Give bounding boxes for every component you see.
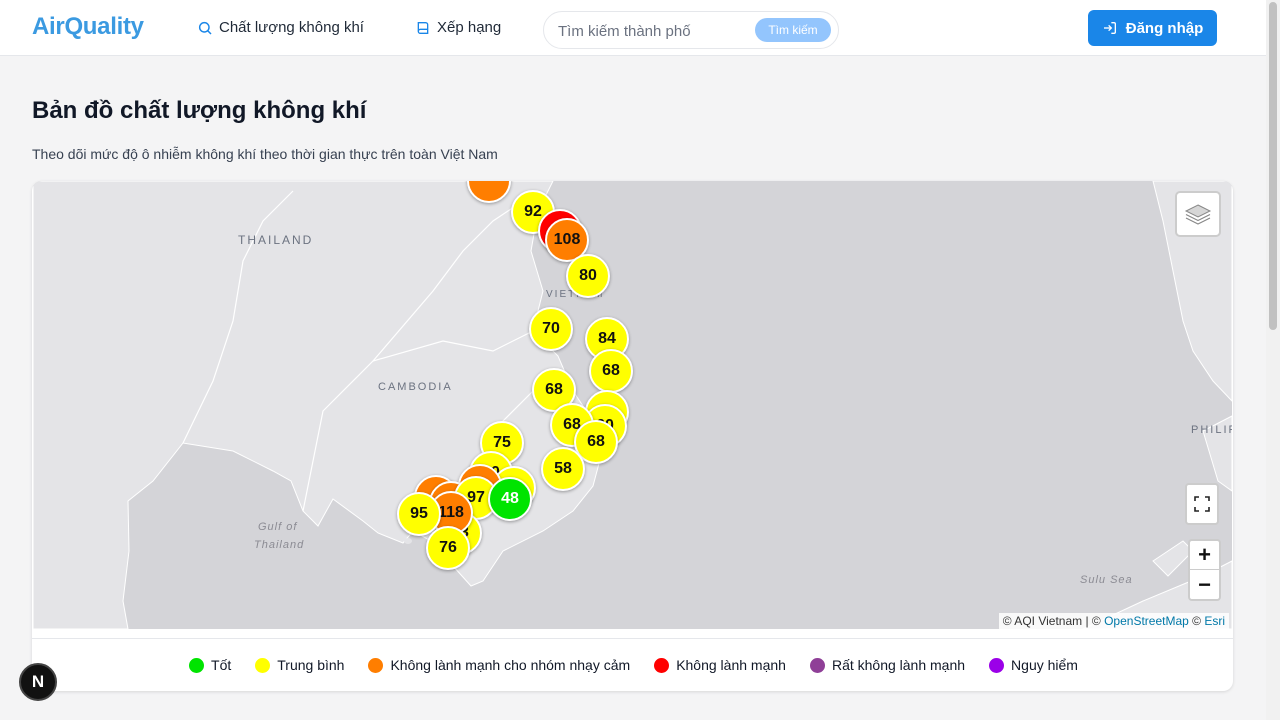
legend-dot	[809, 657, 825, 673]
zoom-out-button[interactable]: −	[1190, 570, 1219, 599]
fullscreen-icon	[1194, 496, 1210, 512]
aqi-marker[interactable]: 70	[529, 307, 573, 351]
legend-dot	[368, 657, 384, 673]
page-scrollbar[interactable]	[1266, 0, 1280, 720]
legend-label: Trung bình	[277, 657, 345, 673]
legend-dot	[189, 657, 205, 673]
map-attribution: © AQI Vietnam | © OpenStreetMap © Esri	[998, 613, 1229, 629]
esri-link[interactable]: Esri	[1204, 614, 1225, 628]
next-dev-badge[interactable]: N	[19, 663, 57, 701]
aqi-marker[interactable]: 68	[589, 349, 633, 393]
legend-item-good: Tốt	[189, 657, 231, 673]
attribution-mid: ©	[1188, 614, 1205, 628]
label-cambodia: CAMBODIA	[378, 381, 453, 393]
osm-link[interactable]: OpenStreetMap	[1104, 614, 1189, 628]
login-label: Đăng nhập	[1125, 19, 1204, 37]
map-basemap	[33, 181, 1232, 629]
login-button[interactable]: Đăng nhập	[1088, 10, 1217, 46]
login-icon	[1103, 22, 1116, 34]
nav-air-quality[interactable]: Chất lượng không khí	[197, 19, 364, 36]
legend-label: Không lành mạnh	[676, 657, 786, 673]
page-title: Bản đồ chất lượng không khí	[32, 97, 367, 124]
nav-ranking-label: Xếp hạng	[437, 19, 502, 36]
book-icon	[417, 21, 429, 34]
label-gulf-line1: Gulf of	[258, 521, 298, 533]
aqi-marker[interactable]: 76	[426, 526, 470, 570]
search-button[interactable]: Tìm kiếm	[755, 18, 831, 42]
legend-item-hazardous: Nguy hiểm	[989, 657, 1078, 673]
scrollbar-thumb[interactable]	[1269, 2, 1277, 330]
search-icon	[198, 21, 212, 35]
legend-item-moderate: Trung bình	[255, 657, 344, 673]
top-header: AirQuality Chất lượng không khí Xếp hạng…	[0, 0, 1266, 56]
aqi-legend: Tốt Trung bình Không lành mạnh cho nhóm …	[32, 638, 1233, 691]
legend-label: Rất không lành mạnh	[831, 657, 966, 673]
attribution-prefix: © AQI Vietnam | ©	[1002, 614, 1105, 628]
page-subtitle: Theo dõi mức độ ô nhiễm không khí theo t…	[32, 146, 498, 162]
label-philippines: PHILIP	[1191, 424, 1232, 436]
legend-dot	[255, 657, 271, 673]
nav-ranking[interactable]: Xếp hạng	[415, 19, 501, 36]
legend-dot	[989, 657, 1005, 673]
map-card: THAILAND CAMBODIA VIETNAM PHILIP Gulf of…	[32, 181, 1233, 691]
legend-item-usg: Không lành mạnh cho nhóm nhạy cảm	[368, 657, 630, 673]
search-input[interactable]	[558, 20, 748, 42]
layers-icon	[1184, 204, 1212, 225]
label-gulf-line2: Thailand	[254, 539, 305, 551]
zoom-in-button[interactable]: +	[1190, 541, 1219, 570]
label-sulu-sea: Sulu Sea	[1080, 574, 1133, 586]
search-box: Tìm kiếm	[543, 11, 839, 49]
legend-label: Tốt	[211, 657, 232, 673]
fullscreen-button[interactable]	[1185, 483, 1219, 525]
legend-label: Nguy hiểm	[1011, 657, 1078, 673]
nav-air-quality-label: Chất lượng không khí	[219, 19, 364, 36]
aqi-marker[interactable]: 80	[566, 254, 610, 298]
legend-item-unhealthy: Không lành mạnh	[654, 657, 786, 673]
aqi-marker[interactable]: 58	[541, 447, 585, 491]
legend-item-very-unhealthy: Rất không lành mạnh	[809, 657, 966, 673]
label-thailand: THAILAND	[238, 233, 314, 247]
zoom-control: + −	[1188, 539, 1221, 601]
legend-dot	[654, 657, 670, 673]
layers-button[interactable]	[1175, 191, 1221, 237]
map-canvas[interactable]: THAILAND CAMBODIA VIETNAM PHILIP Gulf of…	[33, 181, 1232, 629]
aqi-marker[interactable]: 48	[488, 477, 532, 521]
logo[interactable]: AirQuality	[32, 13, 144, 41]
legend-label: Không lành mạnh cho nhóm nhạy cảm	[390, 657, 631, 673]
